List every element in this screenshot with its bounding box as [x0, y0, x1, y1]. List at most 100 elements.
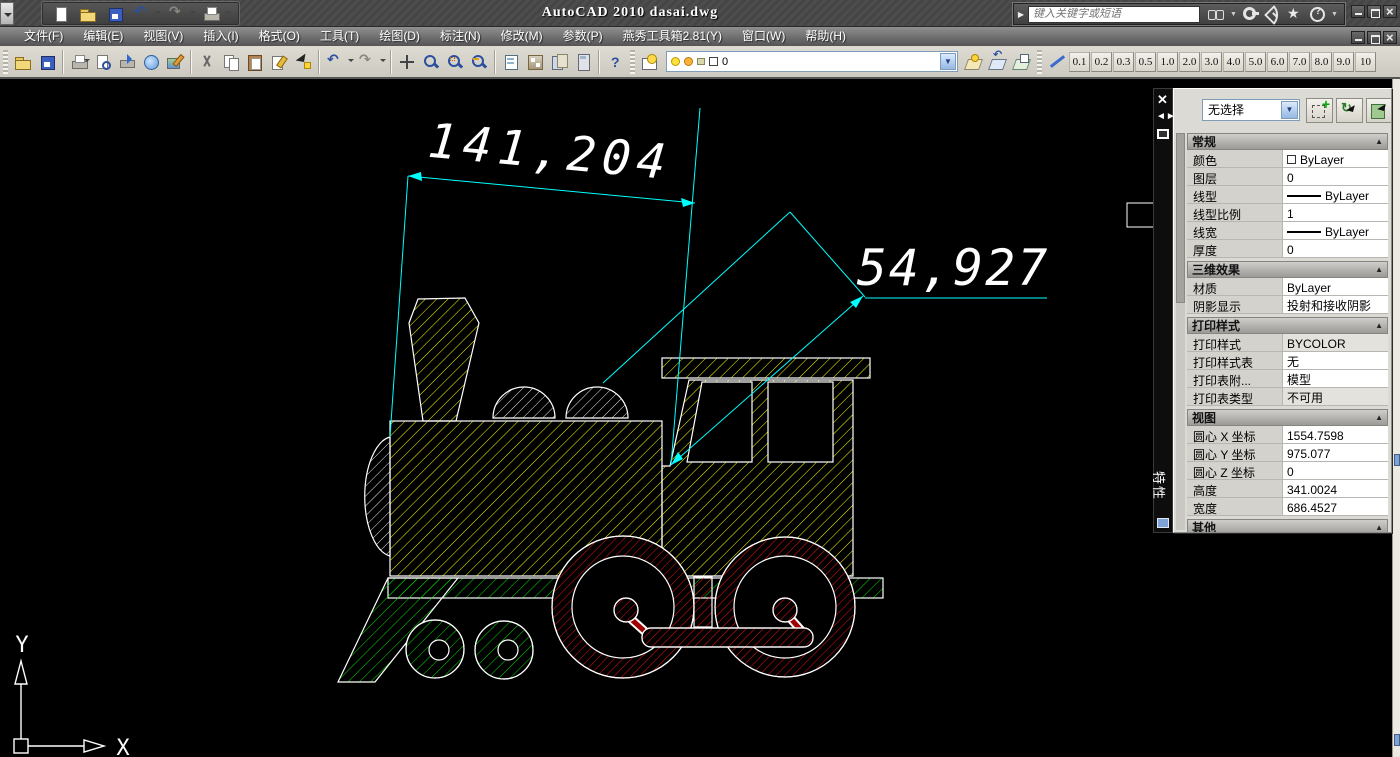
properties-button[interactable] [499, 49, 523, 75]
property-value[interactable]: 不可用 [1283, 388, 1388, 405]
chevron-down-icon[interactable] [225, 10, 231, 17]
menu-item-3[interactable]: 插入(I) [193, 27, 248, 46]
property-value[interactable]: ByLayer [1283, 186, 1388, 203]
dimension-texts[interactable]: 141,204 54,927 [426, 113, 1050, 297]
property-value[interactable]: 341.0024 [1283, 480, 1388, 497]
chevron-down-icon[interactable]: ▼ [1230, 11, 1237, 18]
lineweight-button-5.0[interactable]: 5.0 [1245, 51, 1266, 72]
undo-button[interactable] [130, 1, 162, 27]
copy-button[interactable] [219, 49, 243, 75]
close-button[interactable] [1383, 4, 1397, 19]
docked-toolbar-icon[interactable] [1394, 734, 1400, 746]
menu-item-6[interactable]: 绘图(D) [369, 27, 430, 46]
layer-properties-button[interactable] [638, 49, 662, 75]
property-value[interactable]: ByLayer [1283, 150, 1388, 167]
help-button[interactable] [603, 49, 627, 75]
selection-dropdown[interactable]: 无选择 ▼ [1202, 99, 1300, 121]
print-button[interactable] [200, 1, 232, 27]
property-value[interactable]: ByLayer [1283, 278, 1388, 295]
chevron-down-icon[interactable]: ▼ [1331, 11, 1338, 18]
menu-item-4[interactable]: 格式(O) [249, 27, 310, 46]
layer-previous-button[interactable] [986, 48, 1010, 75]
paste-button[interactable] [243, 49, 267, 75]
property-value[interactable]: 686.4527 [1283, 498, 1388, 515]
match-props-button[interactable] [267, 49, 291, 75]
collapse-icon[interactable]: ▲ [1375, 523, 1383, 532]
zoom-button[interactable] [419, 49, 443, 75]
collapse-icon[interactable]: ▲ [1375, 137, 1383, 146]
lineweight-button-7.0[interactable]: 7.0 [1289, 51, 1310, 72]
property-value[interactable]: 投射和接收阴影 [1283, 296, 1388, 313]
zoom-previous-button[interactable] [467, 49, 491, 75]
infocenter-collapse-arrow[interactable]: ▶ [1014, 4, 1028, 24]
preview-button[interactable] [91, 49, 115, 75]
palette-bottom-icon[interactable] [1157, 518, 1169, 528]
publish-button[interactable] [115, 49, 139, 75]
search-input[interactable] [1028, 5, 1200, 23]
menu-item-5[interactable]: 工具(T) [310, 27, 369, 46]
property-value[interactable]: 0 [1283, 462, 1388, 479]
print-button[interactable] [67, 49, 91, 75]
property-value[interactable]: 0 [1283, 168, 1388, 185]
train-cab-window-2[interactable] [767, 381, 834, 463]
block-editor-button[interactable] [291, 49, 315, 75]
menu-item-11[interactable]: 窗口(W) [732, 27, 795, 46]
section-header[interactable]: 其他 ▲ [1187, 519, 1388, 532]
quick-access-customize-button[interactable] [0, 2, 14, 25]
doc-restore-button[interactable] [1367, 31, 1381, 44]
pan-button[interactable] [395, 49, 419, 75]
lineweight-button-0.2[interactable]: 0.2 [1091, 51, 1112, 72]
train-frame-post[interactable] [693, 576, 713, 628]
property-value[interactable]: BYCOLOR [1283, 334, 1388, 351]
chevron-down-icon[interactable]: ▼ [940, 53, 956, 70]
lineweight-button-9.0[interactable]: 9.0 [1333, 51, 1354, 72]
lineweight-button-1.0[interactable]: 1.0 [1157, 51, 1178, 72]
chevron-down-icon[interactable] [190, 10, 196, 17]
train-dome-1[interactable] [492, 386, 556, 419]
toolbar-grip[interactable] [1037, 49, 1042, 74]
collapse-icon[interactable]: ▲ [1375, 413, 1383, 422]
make-current-button[interactable] [962, 49, 986, 75]
restore-button[interactable] [1367, 5, 1381, 18]
section-header[interactable]: 三维效果 ▲ [1187, 261, 1388, 278]
palette-close-icon[interactable]: ✕ [1157, 92, 1168, 108]
minimize-button[interactable] [1351, 5, 1365, 18]
property-value[interactable]: 模型 [1283, 370, 1388, 387]
section-header[interactable]: 打印样式 ▲ [1187, 317, 1388, 334]
star-icon[interactable] [1287, 5, 1303, 22]
lineweight-button-0.5[interactable]: 0.5 [1135, 51, 1156, 72]
property-value[interactable]: 1 [1283, 204, 1388, 221]
collapse-icon[interactable]: ▲ [1375, 321, 1383, 330]
layer-dropdown[interactable]: 0 ▼ [666, 51, 958, 72]
chevron-down-icon[interactable]: ▼ [1281, 101, 1298, 119]
palette-title-rail[interactable]: ✕ ◄► 特性 [1151, 88, 1176, 533]
undo-button[interactable] [323, 49, 355, 75]
menu-item-10[interactable]: 燕秀工具箱2.81(Y) [613, 27, 732, 46]
save-button[interactable] [103, 1, 127, 27]
train-drive-wheel-1[interactable] [551, 535, 695, 679]
train-cab-roof[interactable] [661, 357, 871, 379]
lineweight-button-6.0[interactable]: 6.0 [1267, 51, 1288, 72]
lineweight-button-10[interactable]: 10 [1355, 51, 1376, 72]
tool-palettes-button[interactable] [547, 49, 571, 75]
property-value[interactable]: 975.077 [1283, 444, 1388, 461]
palette-scrollbar[interactable] [1176, 133, 1185, 530]
menu-item-0[interactable]: 文件(F) [14, 27, 73, 46]
menu-item-2[interactable]: 视图(V) [133, 27, 193, 46]
calculator-button[interactable] [571, 49, 595, 75]
chevron-down-icon[interactable] [155, 10, 161, 17]
collapse-icon[interactable]: ▲ [1375, 265, 1383, 274]
train-small-wheel-1[interactable] [405, 619, 465, 679]
lineweight-toolbar-button[interactable] [1045, 49, 1069, 75]
doc-close-button[interactable] [1383, 30, 1397, 45]
section-header[interactable]: 视图 ▲ [1187, 409, 1388, 426]
lineweight-button-8.0[interactable]: 8.0 [1311, 51, 1332, 72]
cut-button[interactable] [195, 49, 219, 75]
select-objects-button[interactable] [1336, 98, 1363, 123]
quick-select-button[interactable] [1366, 98, 1391, 123]
satellite-icon[interactable] [1265, 6, 1281, 22]
property-value[interactable]: 无 [1283, 352, 1388, 369]
train-drawing[interactable] [337, 297, 884, 683]
menu-item-12[interactable]: 帮助(H) [795, 27, 856, 46]
property-value[interactable]: ByLayer [1283, 222, 1388, 239]
